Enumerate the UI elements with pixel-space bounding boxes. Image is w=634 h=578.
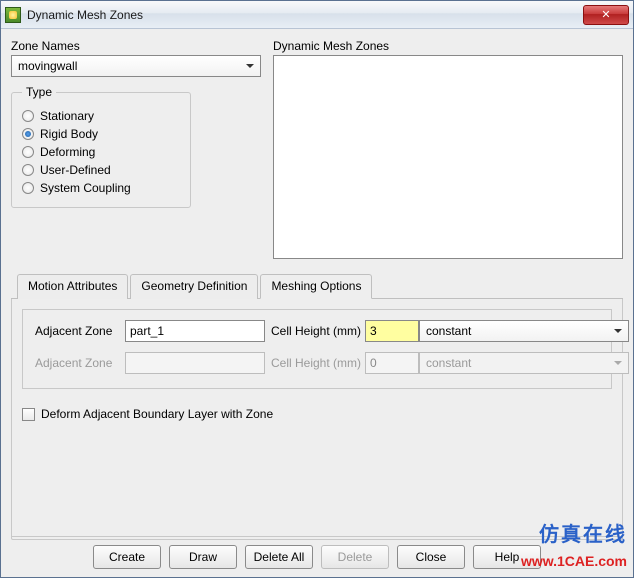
chevron-down-icon	[240, 56, 260, 76]
content-area: Zone Names movingwall Type Stationary Ri…	[1, 29, 633, 577]
draw-button[interactable]: Draw	[169, 545, 237, 569]
radio-icon	[22, 146, 34, 158]
zone-names-combo[interactable]: movingwall	[11, 55, 261, 77]
tab-panel: Adjacent Zone part_1 Cell Height (mm) 3 …	[11, 299, 623, 540]
checkbox-icon	[22, 408, 35, 421]
zone-names-label: Zone Names	[11, 39, 261, 53]
type-legend: Type	[22, 85, 56, 99]
adjacent-zone-input-1[interactable]: part_1	[125, 320, 265, 342]
cell-height-label-1: Cell Height (mm)	[265, 324, 365, 338]
help-button[interactable]: Help	[473, 545, 541, 569]
delete-button: Delete	[321, 545, 389, 569]
tab-strip: Motion Attributes Geometry Definition Me…	[11, 273, 623, 299]
cell-height-label-2: Cell Height (mm)	[265, 356, 365, 370]
radio-icon	[22, 164, 34, 176]
create-button[interactable]: Create	[93, 545, 161, 569]
close-button[interactable]: ✕	[583, 5, 629, 25]
cell-height-input-2: 0	[365, 352, 419, 374]
dynamic-mesh-zones-list[interactable]	[273, 55, 623, 259]
zone-names-value: movingwall	[18, 59, 77, 73]
radio-rigid-body[interactable]: Rigid Body	[22, 127, 180, 141]
radio-user-defined[interactable]: User-Defined	[22, 163, 180, 177]
radio-stationary[interactable]: Stationary	[22, 109, 180, 123]
chevron-down-icon	[608, 353, 628, 373]
cell-height-mode-select-2: constant	[419, 352, 629, 374]
adjacent-zone-label-2: Adjacent Zone	[35, 356, 125, 370]
app-icon	[5, 7, 21, 23]
radio-icon	[22, 182, 34, 194]
adjacent-zone-label-1: Adjacent Zone	[35, 324, 125, 338]
radio-deforming[interactable]: Deforming	[22, 145, 180, 159]
radio-system-coupling[interactable]: System Coupling	[22, 181, 180, 195]
chevron-down-icon	[608, 321, 628, 341]
radio-icon	[22, 110, 34, 122]
dmz-label: Dynamic Mesh Zones	[273, 39, 623, 53]
radio-icon	[22, 128, 34, 140]
cell-height-mode-select-1[interactable]: constant	[419, 320, 629, 342]
dialog-window: Dynamic Mesh Zones ✕ Zone Names movingwa…	[0, 0, 634, 578]
tab-meshing-options[interactable]: Meshing Options	[260, 274, 372, 299]
tab-geometry-definition[interactable]: Geometry Definition	[130, 274, 258, 299]
button-bar: Create Draw Delete All Delete Close Help	[11, 536, 623, 569]
deform-checkbox-row[interactable]: Deform Adjacent Boundary Layer with Zone	[22, 407, 612, 421]
close-dialog-button[interactable]: Close	[397, 545, 465, 569]
meshing-grid: Adjacent Zone part_1 Cell Height (mm) 3 …	[22, 309, 612, 389]
cell-height-input-1[interactable]: 3	[365, 320, 419, 342]
delete-all-button[interactable]: Delete All	[245, 545, 313, 569]
tab-motion-attributes[interactable]: Motion Attributes	[17, 274, 128, 299]
deform-checkbox-label: Deform Adjacent Boundary Layer with Zone	[41, 407, 273, 421]
titlebar: Dynamic Mesh Zones ✕	[1, 1, 633, 29]
type-group: Type Stationary Rigid Body Deforming Use…	[11, 85, 191, 208]
window-title: Dynamic Mesh Zones	[27, 8, 583, 22]
adjacent-zone-input-2	[125, 352, 265, 374]
